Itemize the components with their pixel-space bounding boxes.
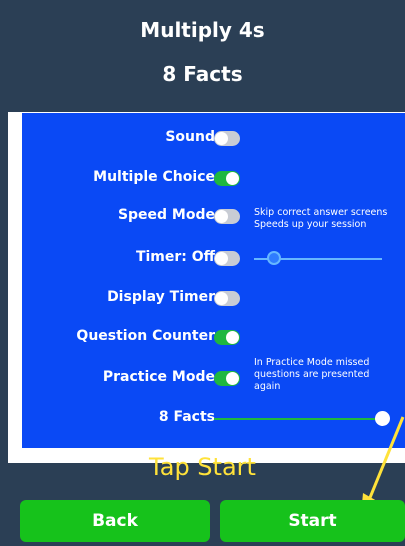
toggle-knob bbox=[226, 372, 239, 385]
speed-mode-row: Speed Mode Skip correct answer screens S… bbox=[22, 201, 405, 231]
page-title: Multiply 4s bbox=[140, 18, 265, 42]
toggle-knob bbox=[215, 252, 228, 265]
speed-mode-hint: Skip correct answer screens Speeds up yo… bbox=[254, 207, 387, 231]
display-timer-toggle[interactable] bbox=[214, 291, 240, 306]
speed-mode-label: Speed Mode bbox=[117, 207, 215, 223]
practice-mode-row: Practice Mode In Practice Mode missed qu… bbox=[22, 357, 405, 393]
toggle-knob bbox=[226, 172, 239, 185]
practice-mode-hint-line: questions are presented bbox=[254, 369, 370, 380]
toggle-knob bbox=[215, 292, 228, 305]
toggle-knob bbox=[215, 210, 228, 223]
facts-count-title: 8 Facts bbox=[162, 62, 243, 86]
back-button[interactable]: Back bbox=[20, 500, 210, 542]
question-counter-row: Question Counter bbox=[22, 322, 405, 352]
timer-label: Timer: Off bbox=[135, 249, 215, 265]
sound-toggle[interactable] bbox=[214, 131, 240, 146]
speed-mode-hint-line: Skip correct answer screens bbox=[254, 207, 388, 218]
question-counter-label: Question Counter bbox=[76, 328, 215, 344]
multiple-choice-label: Multiple Choice bbox=[93, 169, 215, 185]
practice-mode-hint: In Practice Mode missed questions are pr… bbox=[254, 357, 369, 393]
settings-panel: Sound Multiple Choice Speed Mode Skip co… bbox=[22, 113, 405, 448]
display-timer-label: Display Timer bbox=[107, 289, 215, 305]
sound-label: Sound bbox=[165, 129, 215, 145]
practice-mode-toggle[interactable] bbox=[214, 371, 240, 386]
timer-slider-knob[interactable] bbox=[267, 251, 282, 265]
timer-toggle[interactable] bbox=[214, 251, 240, 266]
display-timer-row: Display Timer bbox=[22, 283, 405, 313]
toggle-knob bbox=[226, 331, 239, 344]
practice-mode-hint-line: In Practice Mode missed bbox=[254, 357, 370, 368]
speed-mode-toggle[interactable] bbox=[214, 209, 240, 224]
question-counter-toggle[interactable] bbox=[214, 330, 240, 345]
multiple-choice-row: Multiple Choice bbox=[22, 163, 405, 193]
multiple-choice-toggle[interactable] bbox=[214, 171, 240, 186]
timer-row: Timer: Off bbox=[22, 243, 405, 273]
start-button[interactable]: Start bbox=[220, 500, 405, 542]
speed-mode-hint-line: Speeds up your session bbox=[254, 219, 367, 230]
tap-start-annotation: Tap Start bbox=[149, 453, 256, 481]
sound-row: Sound bbox=[22, 123, 405, 153]
facts-label: 8 Facts bbox=[158, 409, 215, 425]
practice-mode-label: Practice Mode bbox=[102, 369, 215, 385]
practice-mode-hint-line: again bbox=[254, 381, 281, 392]
toggle-knob bbox=[215, 132, 228, 145]
facts-row: 8 Facts bbox=[22, 403, 405, 433]
